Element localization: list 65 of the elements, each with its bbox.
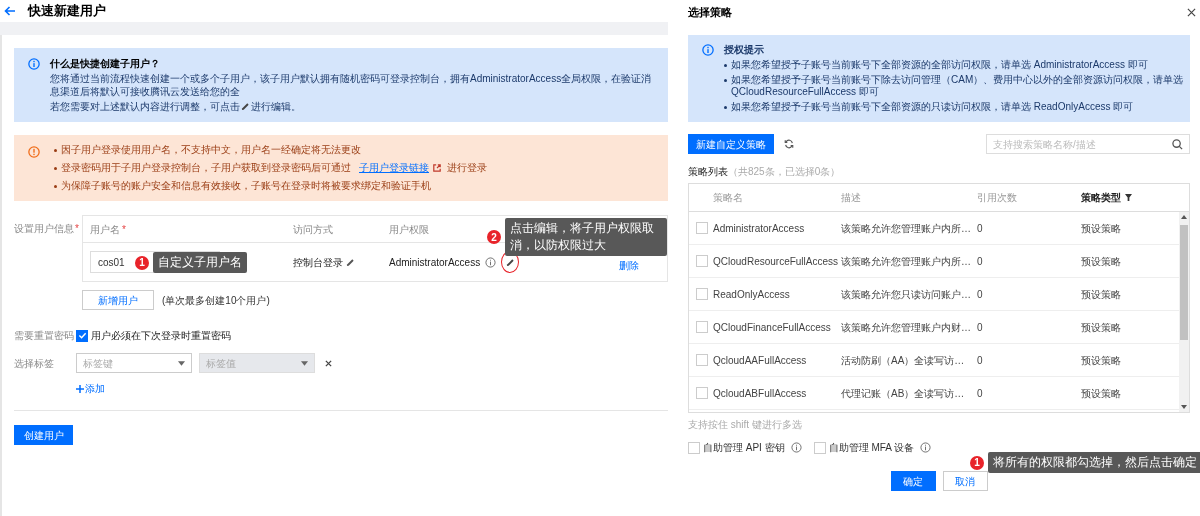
table-cell: 该策略允许您管理账户内所… <box>841 222 971 234</box>
warning-text: 进行登录 <box>447 161 487 175</box>
table-cell: QcloudAAFullAccess <box>713 354 807 366</box>
notice-text: 您将通过当前流程快速创建一个或多个子用户，该子用户默认拥有随机密码可登录控制台，拥有AdministratorAccess全局权限，在验证消息渠道后将默认可接收腾讯云发送给您的全 <box>50 72 653 98</box>
checkbox-label: 用户必须在下次登录时重置密码 <box>91 329 231 343</box>
table-cell: 0 <box>977 354 983 366</box>
table-cell: ReadOnlyAccess <box>713 288 790 300</box>
table-cell: 预设策略 <box>1081 354 1121 366</box>
notice-item: 如果您希望授予子账号当前账号下全部资源的只读访问权限，请单选 ReadOnlyAccess 即可 <box>731 101 1135 113</box>
annotation-tooltip: 自定义子用户名 <box>153 252 247 273</box>
field-label: 需要重置密码 <box>14 329 75 343</box>
table-cell: 预设策略 <box>1081 288 1121 300</box>
required-mark: * <box>122 222 126 237</box>
column-header: 访问方式 <box>293 222 333 237</box>
table-cell: 预设策略 <box>1081 255 1121 267</box>
table-cell: 该策略允许您管理账户内所… <box>841 255 971 267</box>
table-cell: QCloudResourceFullAccess <box>713 255 839 267</box>
table-cell: 代理记账（AB）全读写访… <box>841 387 965 399</box>
list-count: （共825条，已选择0条） <box>728 164 841 179</box>
column-header: 策略类型 <box>1081 191 1121 205</box>
dialog-title: 选择策略 <box>688 4 732 20</box>
column-header: 用户权限 <box>389 222 429 237</box>
step-badge: 1 <box>970 455 984 470</box>
step-badge: 2 <box>487 230 501 244</box>
notice-title: 授权提示 <box>724 44 765 56</box>
checkbox-label: 自助管理 MFA 设备 <box>828 441 915 455</box>
annotation-tooltip: 将所有的权限都勾选掉，然后点击确定 <box>988 452 1200 473</box>
permission-name: AdministratorAccess <box>389 255 481 270</box>
step-badge: 1 <box>135 255 149 270</box>
table-cell: 预设策略 <box>1081 222 1121 234</box>
table-cell: AdministratorAccess <box>713 222 805 234</box>
notice-item: 如果您希望授予子账号当前账号下除去访问管理（CAM）、费用中心以外的全部资源访问权限，请单选 QCloudResourceFullAccess 即可 <box>731 74 1185 98</box>
column-header: 策略名 <box>713 191 743 205</box>
required-mark: * <box>75 222 79 236</box>
table-cell: 该策略允许您管理账户内财… <box>841 321 971 333</box>
multiselect-hint: 支持按住 shift 键进行多选 <box>688 418 803 431</box>
page-title: 快速新建用户 <box>28 2 106 21</box>
table-cell: 0 <box>977 321 983 333</box>
table-cell: 该策略允许您只读访问账户… <box>841 288 971 300</box>
notice-title: 什么是快捷创建子用户？ <box>50 57 161 70</box>
column-header: 描述 <box>841 191 861 205</box>
field-label: 设置用户信息 <box>14 222 74 236</box>
table-cell: 预设策略 <box>1081 321 1121 333</box>
limit-note: (单次最多创建10个用户) <box>162 293 270 308</box>
column-header: 用户名 <box>90 222 120 237</box>
column-header: 引用次数 <box>977 191 1017 205</box>
warning-text: 因子用户登录使用用户名，不支持中文，用户名一经确定将无法更改 <box>61 143 361 157</box>
field-label: 选择标签 <box>14 357 55 371</box>
table-cell: 0 <box>977 222 983 234</box>
table-cell: 0 <box>977 255 983 267</box>
table-cell: 预设策略 <box>1081 387 1121 399</box>
table-cell: QCloudFinanceFullAccess <box>713 321 831 333</box>
table-cell: 活动防刷（AA）全读写访… <box>841 354 965 366</box>
annotation-tooltip: 点击编辑，将子用户权限取消，以防权限过大 <box>505 218 667 256</box>
table-cell: QcloudABFullAccess <box>713 387 807 399</box>
list-label: 策略列表 <box>688 164 728 179</box>
notice-item: 如果您希望授予子账号当前账号下全部资源的全部访问权限，请单选 AdministratorAccess 即可 <box>731 59 1149 71</box>
notice-text: 若您需要对上述默认内容进行调整，可点击 <box>50 100 240 113</box>
table-cell: 0 <box>977 387 983 399</box>
table-cell: 0 <box>977 288 983 300</box>
warning-text: 为保障子账号的账户安全和信息有效接收，子账号在登录时将被要求绑定和验证手机 <box>61 179 431 193</box>
warning-text: 登录密码用于子用户登录控制台，子用户获取到登录密码后可通过 <box>61 161 351 175</box>
access-method: 控制台登录 <box>293 255 343 270</box>
notice-text: 进行编辑。 <box>251 100 301 113</box>
checkbox-label: 自助管理 API 密钥 <box>703 441 785 455</box>
